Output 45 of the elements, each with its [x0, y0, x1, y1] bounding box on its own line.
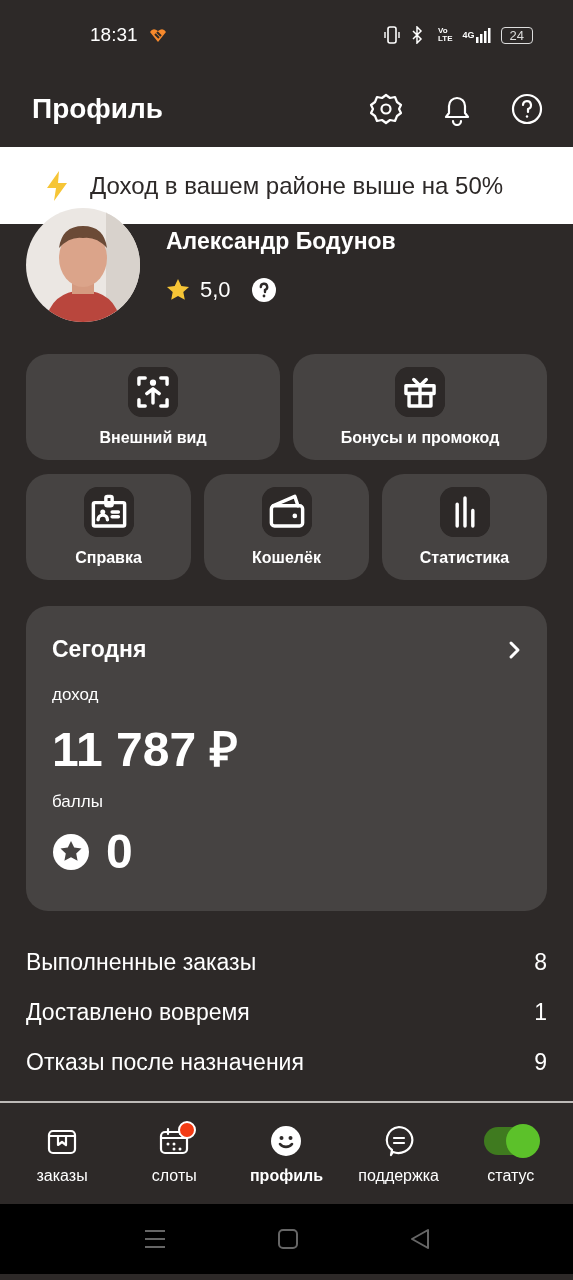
menu-icon[interactable]	[143, 1229, 166, 1249]
stat-label: Доставлено вовремя	[26, 998, 250, 1026]
vibrate-icon	[384, 26, 400, 44]
help-icon[interactable]	[250, 277, 277, 303]
income-amount: 11 787 ₽	[52, 722, 239, 778]
stat-label: Выполненные заказы	[26, 948, 257, 976]
battery-level: 24	[500, 26, 533, 44]
nav-tab[interactable]: слоты	[119, 1122, 230, 1185]
stat-value: 9	[534, 1048, 547, 1076]
home-icon[interactable]	[277, 1229, 298, 1249]
settings-icon[interactable]	[369, 91, 403, 126]
stat-value: 8	[534, 948, 547, 976]
help-icon[interactable]	[511, 92, 543, 125]
signal-icon	[474, 27, 491, 43]
menu-tile[interactable]: Бонусы и промокод	[293, 354, 547, 460]
chevron-right-icon[interactable]	[507, 639, 521, 660]
volte-label: LTE	[438, 35, 453, 43]
lightning-icon	[44, 169, 70, 202]
user-name: Александр Бодунов	[166, 228, 396, 255]
clock-time: 18:31	[90, 24, 138, 46]
nav-tab[interactable]: профиль	[231, 1122, 342, 1185]
banner-message: Доход в вашем районе выше на 50%	[90, 172, 504, 199]
back-icon[interactable]	[409, 1228, 430, 1250]
nav-tab[interactable]: поддержка	[343, 1122, 454, 1185]
menu-tile[interactable]: Внешний вид	[26, 354, 280, 460]
star-badge-icon	[52, 832, 90, 871]
income-label: доход	[52, 685, 100, 705]
network-label: 4G	[462, 30, 475, 40]
card-title: Сегодня	[52, 636, 147, 663]
menu-tile[interactable]: Статистика	[382, 474, 547, 580]
status-toggle[interactable]	[483, 1126, 538, 1155]
rating-value: 5,0	[200, 277, 231, 303]
page-title: Профиль	[32, 92, 165, 125]
stat-value: 1	[534, 998, 547, 1026]
nav-tab[interactable]: заказы	[7, 1122, 118, 1185]
volte-label: Vo	[438, 27, 449, 35]
points-value: 0	[106, 824, 133, 879]
stat-label: Отказы после назначения	[26, 1048, 304, 1076]
menu-tile[interactable]: Кошелёк	[204, 474, 369, 580]
points-label: баллы	[52, 792, 104, 812]
star-icon	[166, 278, 190, 302]
nav-tab[interactable]: статус	[455, 1122, 566, 1185]
heart-icon	[147, 27, 168, 43]
smiley-icon	[270, 1124, 303, 1157]
menu-tile[interactable]: Справка	[26, 474, 191, 580]
